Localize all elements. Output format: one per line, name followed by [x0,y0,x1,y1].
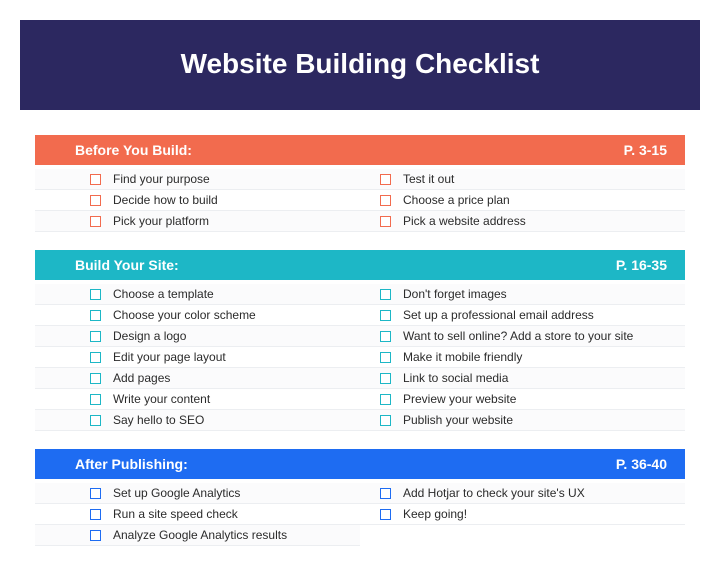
checklist-item: Test it out [360,169,685,190]
checklist-item-label: Write your content [113,392,210,406]
checkbox-icon[interactable] [90,394,101,405]
checkbox-icon[interactable] [90,174,101,185]
page-header: Website Building Checklist [20,20,700,110]
checkbox-icon[interactable] [380,289,391,300]
checklist-item: Analyze Google Analytics results [35,525,360,546]
column: Find your purpose Decide how to build Pick… [35,169,360,232]
sections-container: Before You Build: P. 3-15 Find your purpos… [0,135,720,546]
checklist-item: Keep going! [360,504,685,525]
checkbox-icon[interactable] [380,310,391,321]
checkbox-icon[interactable] [380,373,391,384]
checklist-item: Choose a template [35,284,360,305]
checkbox-icon[interactable] [380,352,391,363]
checklist-item: Set up Google Analytics [35,483,360,504]
section-page: P. 16-35 [616,257,667,273]
checklist-item-label: Set up Google Analytics [113,486,240,500]
checklist-item-label: Say hello to SEO [113,413,204,427]
checkbox-icon[interactable] [380,488,391,499]
section-page: P. 3-15 [624,142,667,158]
checkbox-icon[interactable] [90,415,101,426]
checklist-item-label: Add Hotjar to check your site's UX [403,486,585,500]
column: Don't forget images Set up a professional… [360,284,685,431]
checkbox-icon[interactable] [380,174,391,185]
checklist-item-label: Pick a website address [403,214,526,228]
checkbox-icon[interactable] [90,509,101,520]
checkbox-icon[interactable] [90,373,101,384]
checkbox-icon[interactable] [90,530,101,541]
checklist-item-label: Test it out [403,172,454,186]
checklist-item-label: Find your purpose [113,172,210,186]
checklist-item-label: Preview your website [403,392,516,406]
checkbox-icon[interactable] [380,415,391,426]
checklist-item-label: Choose a template [113,287,214,301]
checklist-item-label: Pick your platform [113,214,209,228]
checklist-item: Choose a price plan [360,190,685,211]
checklist-item-label: Edit your page layout [113,350,226,364]
checklist-item: Add Hotjar to check your site's UX [360,483,685,504]
checkbox-icon[interactable] [90,352,101,363]
checklist-item: Don't forget images [360,284,685,305]
checklist-item: Run a site speed check [35,504,360,525]
checkbox-icon[interactable] [380,195,391,206]
page-title: Website Building Checklist [20,48,700,80]
section-title: Before You Build: [75,142,192,158]
checklist-item: Link to social media [360,368,685,389]
checklist-item: Pick your platform [35,211,360,232]
checklist-item-label: Want to sell online? Add a store to your… [403,329,633,343]
checkbox-icon[interactable] [90,195,101,206]
checklist-item: Say hello to SEO [35,410,360,431]
section-title: Build Your Site: [75,257,179,273]
section-page: P. 36-40 [616,456,667,472]
checklist-item-label: Analyze Google Analytics results [113,528,287,542]
checklist-item: Make it mobile friendly [360,347,685,368]
section-header: Build Your Site: P. 16-35 [35,250,685,280]
checkbox-icon[interactable] [380,394,391,405]
checklist-item: Design a logo [35,326,360,347]
checkbox-icon[interactable] [90,289,101,300]
section-header: Before You Build: P. 3-15 [35,135,685,165]
checkbox-icon[interactable] [90,310,101,321]
checklist-item-label: Link to social media [403,371,508,385]
checklist-item: Add pages [35,368,360,389]
section-items: Set up Google Analytics Run a site speed … [35,479,685,546]
checklist-item-label: Keep going! [403,507,467,521]
checklist-item: Want to sell online? Add a store to your… [360,326,685,347]
section-header: After Publishing: P. 36-40 [35,449,685,479]
checklist-item-label: Don't forget images [403,287,507,301]
section-items: Choose a template Choose your color schem… [35,280,685,431]
checklist-item-label: Add pages [113,371,170,385]
checklist-item-label: Choose your color scheme [113,308,256,322]
checklist-item: Edit your page layout [35,347,360,368]
checkbox-icon[interactable] [90,331,101,342]
checkbox-icon[interactable] [380,509,391,520]
checklist-item-label: Choose a price plan [403,193,510,207]
checklist-item: Pick a website address [360,211,685,232]
checklist-item-label: Design a logo [113,329,186,343]
checklist-item: Preview your website [360,389,685,410]
section: After Publishing: P. 36-40 Set up Google A… [35,449,685,546]
checklist-item: Decide how to build [35,190,360,211]
section: Before You Build: P. 3-15 Find your purpos… [35,135,685,232]
section: Build Your Site: P. 16-35 Choose a templat… [35,250,685,431]
checkbox-icon[interactable] [380,331,391,342]
checkbox-icon[interactable] [90,488,101,499]
checklist-item-label: Run a site speed check [113,507,238,521]
checklist-item: Find your purpose [35,169,360,190]
checklist-item-label: Decide how to build [113,193,218,207]
checklist-item: Publish your website [360,410,685,431]
column: Set up Google Analytics Run a site speed … [35,483,360,546]
section-title: After Publishing: [75,456,188,472]
checklist-item-label: Make it mobile friendly [403,350,522,364]
checklist-item: Set up a professional email address [360,305,685,326]
checklist-item-label: Set up a professional email address [403,308,594,322]
column: Test it out Choose a price plan Pick a web… [360,169,685,232]
column: Choose a template Choose your color schem… [35,284,360,431]
checkbox-icon[interactable] [90,216,101,227]
checklist-item-label: Publish your website [403,413,513,427]
checklist-item: Write your content [35,389,360,410]
checklist-item: Choose your color scheme [35,305,360,326]
checkbox-icon[interactable] [380,216,391,227]
column: Add Hotjar to check your site's UX Keep g… [360,483,685,546]
section-items: Find your purpose Decide how to build Pick… [35,165,685,232]
